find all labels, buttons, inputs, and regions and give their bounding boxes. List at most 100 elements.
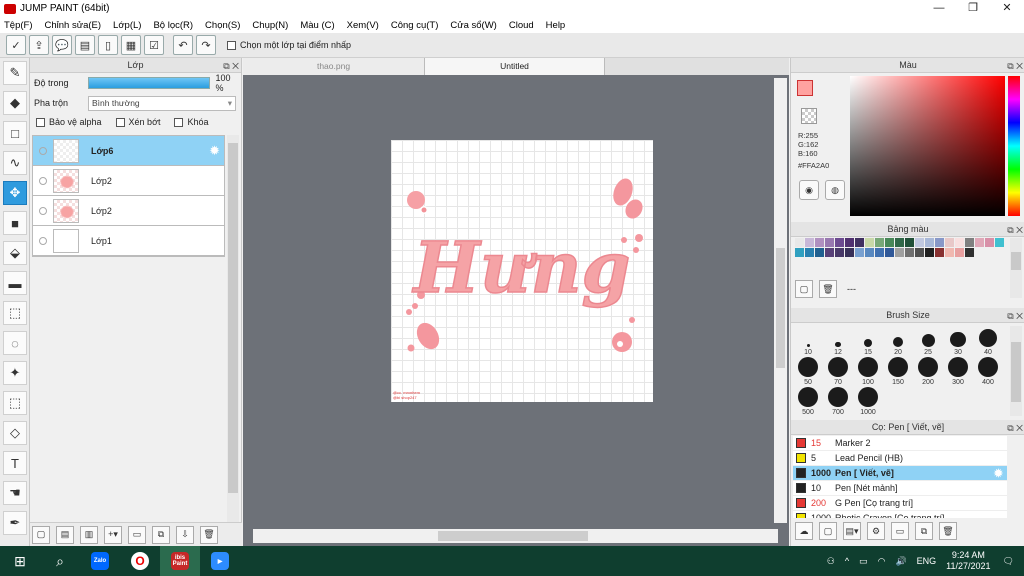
panel-close-icon[interactable]: ⧉ ✕: [1007, 223, 1023, 238]
blend-mode-select[interactable]: Bình thường: [88, 95, 236, 111]
hue-slider[interactable]: [1008, 76, 1020, 216]
opera-app-icon[interactable]: O: [120, 546, 160, 576]
canvas-paper[interactable]: Hưng @cc. mrxnhem @bi shop247: [391, 140, 653, 402]
brush-settings-icon[interactable]: ⚙: [867, 522, 885, 540]
new-layer-8bit-icon[interactable]: ▤: [56, 525, 74, 544]
fill-rect-tool-icon[interactable]: ■: [3, 211, 27, 235]
cloud-upload-icon[interactable]: ☁: [795, 522, 813, 540]
menu-filter[interactable]: Bộ lọc(R): [153, 20, 193, 31]
menu-edit[interactable]: Chỉnh sửa(E): [45, 20, 102, 31]
menu-capture[interactable]: Chụp(N): [252, 20, 288, 31]
horizontal-scrollbar[interactable]: [253, 529, 778, 543]
palette-swatch[interactable]: [875, 248, 884, 257]
brush-item[interactable]: 15 Marker 2: [793, 436, 1007, 451]
palette-swatch[interactable]: [865, 248, 874, 257]
palette-swatch[interactable]: [995, 238, 1004, 247]
brush-size-item[interactable]: 10: [793, 326, 823, 356]
undo-icon[interactable]: ↶: [173, 35, 193, 55]
search-icon[interactable]: ⌕: [40, 546, 80, 576]
delete-palette-icon[interactable]: 🗑: [819, 280, 837, 298]
vertical-scrollbar[interactable]: [774, 78, 787, 523]
new-palette-icon[interactable]: ▢: [795, 280, 813, 298]
close-button[interactable]: ✕: [990, 0, 1024, 17]
brush-size-item[interactable]: 40: [973, 326, 1003, 356]
menu-select[interactable]: Chọn(S): [205, 20, 240, 31]
palette-swatch[interactable]: [835, 248, 844, 257]
duplicate-brush-icon[interactable]: ⧉: [915, 522, 933, 540]
layer-item[interactable]: Lớp1: [33, 226, 224, 256]
brush-item[interactable]: 1000 Pen [ Viết, vẽ] ✹: [793, 466, 1007, 481]
select-eraser-tool-icon[interactable]: ◇: [3, 421, 27, 445]
bucket-tool-icon[interactable]: ⬙: [3, 241, 27, 265]
select-layer-checkbox[interactable]: [227, 40, 236, 50]
shape-tool-icon[interactable]: □: [3, 121, 27, 145]
palette-swatch[interactable]: [945, 238, 954, 247]
people-icon[interactable]: ⚇: [827, 556, 835, 567]
palette-swatch[interactable]: [795, 238, 804, 247]
palette-swatch[interactable]: [805, 238, 814, 247]
palette-swatch[interactable]: [985, 238, 994, 247]
menu-help[interactable]: Help: [546, 20, 566, 31]
brush-tool-icon[interactable]: ✎: [3, 61, 27, 85]
eraser-tool-icon[interactable]: ◆: [3, 91, 27, 115]
palette-swatch[interactable]: [825, 238, 834, 247]
palette-swatch[interactable]: [875, 238, 884, 247]
speech-bubble-icon[interactable]: 💬: [52, 35, 72, 55]
palette-swatch[interactable]: [885, 238, 894, 247]
delete-layer-icon[interactable]: 🗑: [200, 525, 218, 544]
palette-scrollbar[interactable]: [1010, 238, 1022, 298]
merge-layer-icon[interactable]: ⇩: [176, 525, 194, 544]
clip-checkbox[interactable]: [115, 117, 125, 127]
foreground-color-swatch[interactable]: [797, 80, 813, 96]
eyedropper-tool-icon[interactable]: ✒: [3, 511, 27, 535]
check-list-icon[interactable]: ☑: [144, 35, 164, 55]
palette-swatch[interactable]: [925, 248, 934, 257]
protect-alpha-option[interactable]: Bảo vệ alpha: [36, 117, 102, 127]
palette-swatch[interactable]: [965, 248, 974, 257]
gradient-tool-icon[interactable]: ▬: [3, 271, 27, 295]
duplicate-layer-icon[interactable]: ⧉: [152, 525, 170, 544]
palette-swatch[interactable]: [965, 238, 974, 247]
page-icon[interactable]: ▯: [98, 35, 118, 55]
panel-close-icon[interactable]: ⧉ ✕: [1007, 59, 1023, 74]
export-icon[interactable]: ⇪: [29, 35, 49, 55]
brush-item[interactable]: 5 Lead Pencil (HB): [793, 451, 1007, 466]
panel-close-icon[interactable]: ⧉ ✕: [1007, 421, 1023, 436]
tab-untitled[interactable]: Untitled: [425, 58, 605, 75]
palette-swatch[interactable]: [955, 238, 964, 247]
brush-size-item[interactable]: 500: [793, 386, 823, 416]
brush-size-item[interactable]: 25: [913, 326, 943, 356]
palette-swatch[interactable]: [865, 238, 874, 247]
brush-settings-gear-icon[interactable]: ✹: [994, 467, 1003, 480]
visibility-toggle-icon[interactable]: [39, 146, 47, 155]
palette-wheel-icon[interactable]: ◉: [799, 180, 819, 200]
visibility-toggle-icon[interactable]: [39, 236, 47, 245]
panel-close-icon[interactable]: ⧉ ✕: [1007, 309, 1023, 324]
folder-icon[interactable]: ▭: [128, 525, 146, 544]
menu-file[interactable]: Tệp(F): [4, 20, 33, 31]
brush-size-item[interactable]: 20: [883, 326, 913, 356]
maximize-button[interactable]: ❐: [956, 0, 990, 17]
palette-swatch[interactable]: [855, 248, 864, 257]
move-tool-icon[interactable]: ✥: [3, 181, 27, 205]
select-pen-tool-icon[interactable]: ⬚: [3, 391, 27, 415]
layer-scrollbar[interactable]: [227, 135, 239, 535]
palette-swatch[interactable]: [905, 238, 914, 247]
saturation-value-picker[interactable]: [850, 76, 1005, 216]
lock-checkbox[interactable]: [174, 117, 184, 127]
clock[interactable]: 9:24 AM 11/27/2021: [946, 550, 990, 572]
layer-item[interactable]: Lớp6 ✹: [33, 136, 224, 166]
palette-swatch[interactable]: [855, 238, 864, 247]
menu-cloud[interactable]: Cloud: [509, 20, 534, 31]
brush-item[interactable]: 200 G Pen [Cọ trang trí]: [793, 496, 1007, 511]
minimize-button[interactable]: —: [922, 0, 956, 17]
brush-size-item[interactable]: 1000: [853, 386, 883, 416]
scroll-thumb[interactable]: [228, 143, 238, 493]
lock-option[interactable]: Khóa: [174, 117, 209, 127]
brush-size-item[interactable]: 100: [853, 356, 883, 386]
wifi-icon[interactable]: ◠: [878, 556, 886, 567]
brush-size-item[interactable]: 700: [823, 386, 853, 416]
chevron-up-icon[interactable]: ^: [845, 556, 849, 566]
palette-swatch[interactable]: [885, 248, 894, 257]
rect-select-tool-icon[interactable]: ⬚: [3, 301, 27, 325]
